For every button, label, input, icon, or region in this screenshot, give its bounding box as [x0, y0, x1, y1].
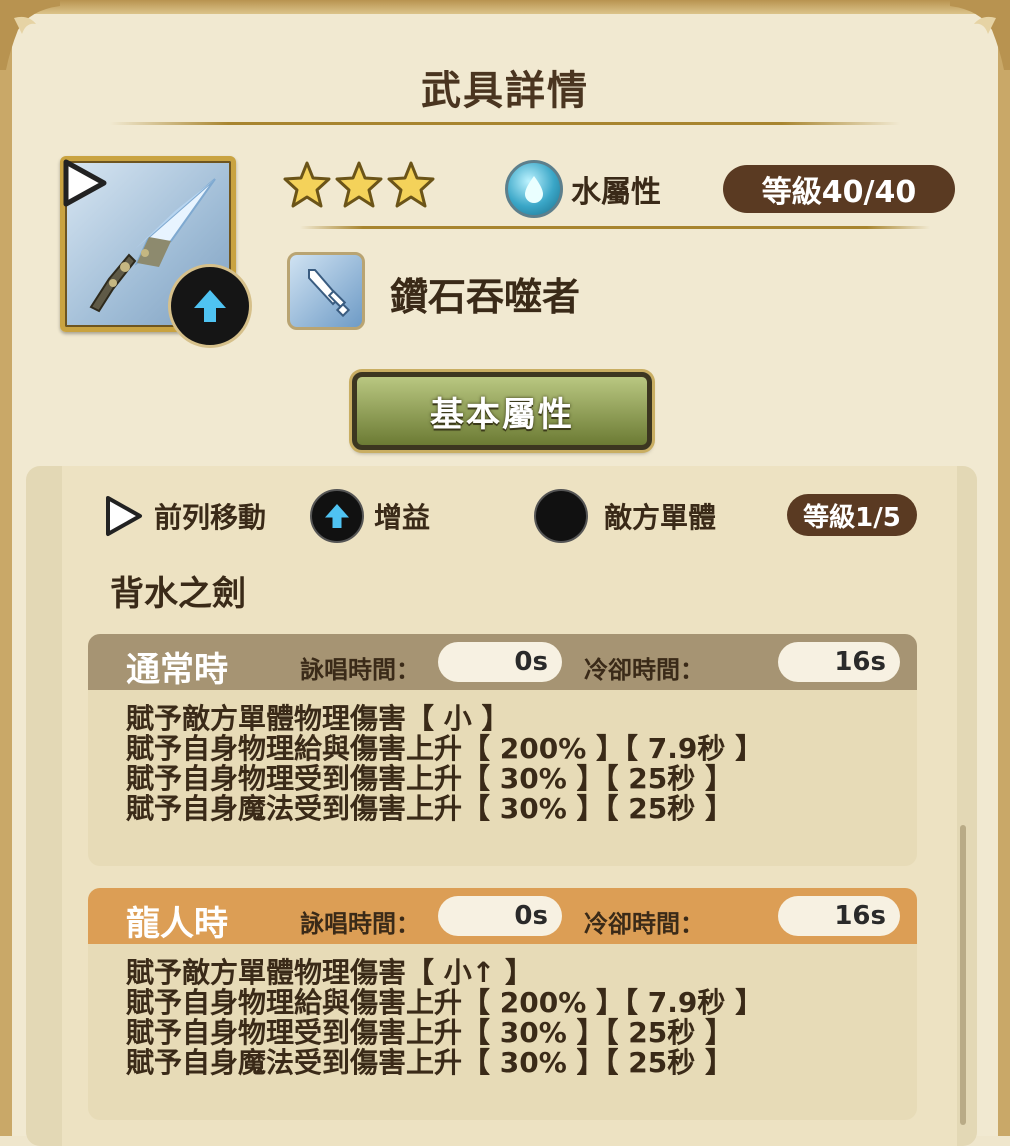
- buff-badge: [168, 264, 252, 348]
- rarity-stars: [282, 160, 436, 210]
- cast-time-label: 詠唱時間：: [300, 910, 420, 938]
- mode-dragon: 龍人時 詠唱時間： 0s 冷卻時間： 16s 賦予敵方單體物理傷害【 小↑ 】 …: [88, 888, 917, 1120]
- weapon-name: 鑽石吞噬者: [390, 275, 581, 319]
- effect-line: 賦予自身物理受到傷害上升【 30% 】【 25秒 】: [126, 762, 733, 795]
- mode-header: 通常時 詠唱時間： 0s 冷卻時間： 16s: [88, 634, 917, 690]
- element-info: 水屬性: [505, 160, 661, 218]
- effect-line: 賦予自身物理給與傷害上升【 200% 】【 7.9秒 】: [126, 986, 764, 1019]
- skill-name: 背水之劍: [110, 574, 246, 614]
- play-triangle-icon: [106, 496, 142, 536]
- cast-time-value: 0s: [438, 896, 562, 936]
- skill-tag-single-enemy: 敵方單體: [534, 488, 716, 544]
- up-arrow-icon: [194, 290, 226, 322]
- skill-tag-label: 前列移動: [154, 501, 267, 534]
- star-icon: [387, 161, 435, 208]
- mode-title: 通常時: [126, 650, 228, 690]
- cooldown-value: 16s: [778, 642, 900, 682]
- skill-tag-label: 敵方單體: [604, 501, 717, 534]
- skill-tag-label: 增益: [374, 501, 431, 534]
- cooldown-value: 16s: [778, 896, 900, 936]
- effect-line: 賦予自身物理受到傷害上升【 30% 】【 25秒 】: [126, 1016, 733, 1049]
- play-triangle-icon: [63, 159, 107, 207]
- effect-line: 賦予敵方單體物理傷害【 小 】: [126, 702, 510, 735]
- effect-list: 賦予敵方單體物理傷害【 小 】 賦予自身物理給與傷害上升【 200% 】【 7.…: [88, 690, 917, 824]
- effect-line: 賦予自身魔法受到傷害上升【 30% 】【 25秒 】: [126, 1046, 733, 1079]
- effect-list: 賦予敵方單體物理傷害【 小↑ 】 賦予自身物理給與傷害上升【 200% 】【 7…: [88, 944, 917, 1078]
- effect-line: 賦予自身魔法受到傷害上升【 30% 】【 25秒 】: [126, 792, 733, 825]
- sword-type-icon: [287, 252, 365, 330]
- cast-time-label: 詠唱時間：: [300, 656, 420, 684]
- water-element-icon: [505, 160, 563, 218]
- cooldown-label: 冷卻時間：: [584, 910, 704, 938]
- star-icon: [283, 161, 331, 208]
- tab-basic-attributes[interactable]: 基本屬性: [352, 372, 652, 450]
- mode-title: 龍人時: [126, 904, 228, 944]
- scrollbar[interactable]: [960, 825, 966, 1125]
- frame-top-border: [0, 0, 1010, 14]
- mode-header: 龍人時 詠唱時間： 0s 冷卻時間： 16s: [88, 888, 917, 944]
- star-icon: [335, 161, 383, 208]
- cooldown-label: 冷卻時間：: [584, 656, 704, 684]
- skill-level-badge: 等級1/5: [787, 494, 917, 536]
- mode-normal: 通常時 詠唱時間： 0s 冷卻時間： 16s 賦予敵方單體物理傷害【 小 】 賦…: [88, 634, 917, 866]
- up-arrow-icon: [310, 489, 364, 543]
- black-circle-icon: [534, 489, 588, 543]
- cast-time-value: 0s: [438, 642, 562, 682]
- element-label: 水屬性: [571, 175, 661, 210]
- skill-tag-buff: 增益: [310, 488, 430, 544]
- weapon-level-badge: 等級40/40: [723, 165, 955, 213]
- page-title: 武具詳情: [421, 68, 589, 114]
- header-divider: [300, 226, 930, 229]
- title-divider: [110, 122, 900, 125]
- effect-line: 賦予敵方單體物理傷害【 小↑ 】: [126, 956, 533, 989]
- skill-tag-front-move: 前列移動: [104, 488, 266, 544]
- effect-line: 賦予自身物理給與傷害上升【 200% 】【 7.9秒 】: [126, 732, 764, 765]
